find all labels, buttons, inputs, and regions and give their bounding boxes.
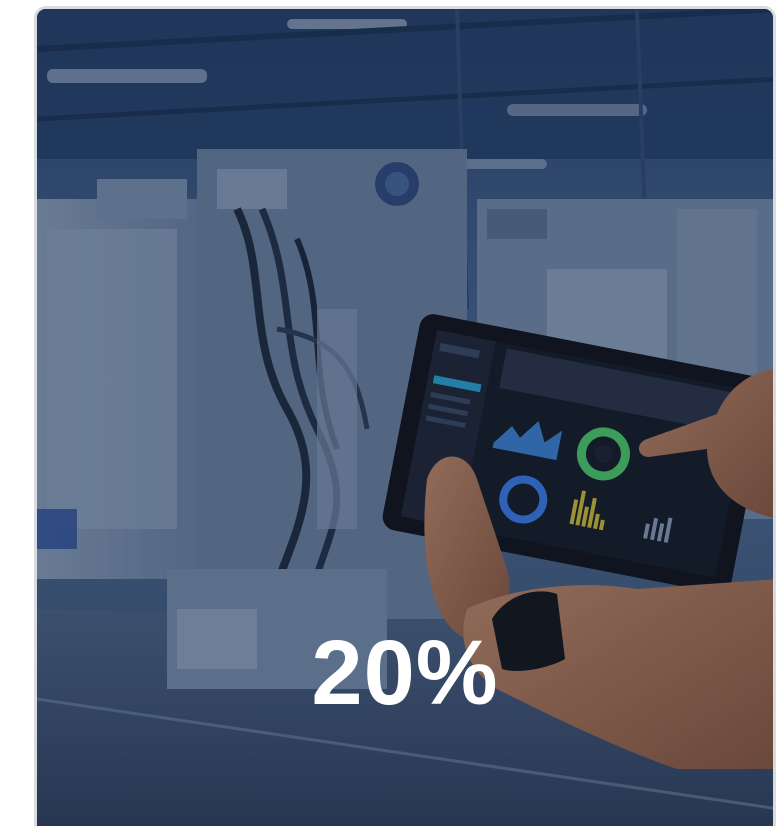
image-card[interactable]: 20% xyxy=(34,6,776,826)
stat-value: 20% xyxy=(311,622,499,724)
